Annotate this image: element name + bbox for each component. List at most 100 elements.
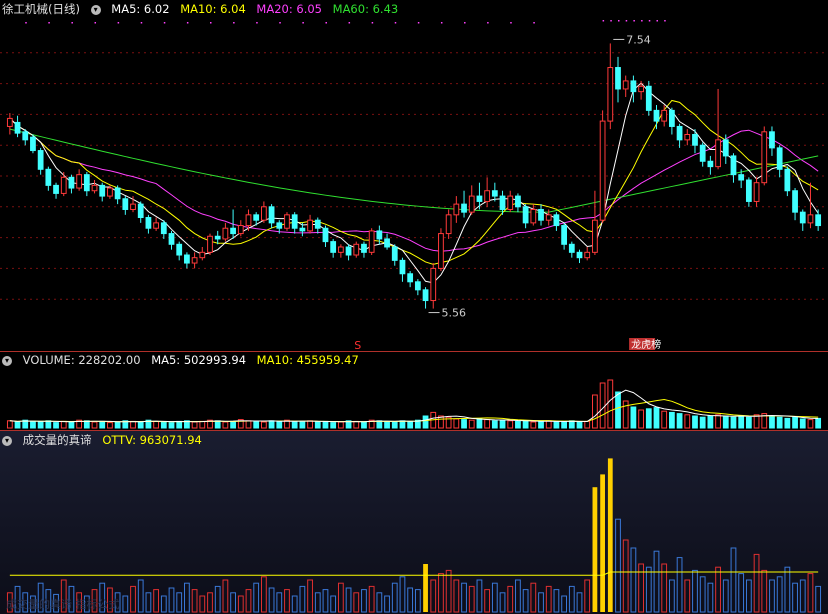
signal-dot xyxy=(633,20,635,22)
volume-bar xyxy=(230,420,236,429)
volume-bar xyxy=(253,420,260,429)
signal-dot xyxy=(48,22,50,24)
indicator-bar xyxy=(222,579,229,613)
indicator-bar xyxy=(468,585,475,613)
ottv-label: OTTV: 963071.94 xyxy=(102,433,202,447)
candle-body xyxy=(407,273,414,283)
signal-dot xyxy=(440,22,443,24)
candle-body xyxy=(607,67,614,122)
volume-bar xyxy=(592,394,598,429)
candle-body xyxy=(376,230,383,240)
signal-dot xyxy=(71,22,73,24)
marker-lhb: 龙虎榜 xyxy=(631,338,661,351)
candle-body xyxy=(592,219,598,253)
candle-body xyxy=(30,136,36,152)
volume-bar xyxy=(314,421,321,429)
high-price-label: 7.54 xyxy=(626,33,651,46)
candle-body xyxy=(122,198,129,210)
candle-body xyxy=(253,214,260,221)
volume-bar xyxy=(30,420,36,429)
candle-body xyxy=(484,190,491,202)
price-panel: 7.54 5.56 S 龙虎榜 徐工机械(日线) ▾ MA5: 6.02 MA10: … xyxy=(0,0,828,351)
volume-header: ▾ VOLUME: 228202.00 MA5: 502993.94 MA10:… xyxy=(2,353,366,367)
indicator-bar xyxy=(538,592,544,613)
candle-body xyxy=(776,147,783,170)
volume-bar xyxy=(160,421,167,429)
candle-body xyxy=(553,214,560,227)
indicator-bar xyxy=(299,585,306,613)
signal-dot xyxy=(186,22,189,24)
indicator-bar xyxy=(784,566,791,613)
volume-bar xyxy=(561,420,567,429)
volume-bar xyxy=(776,416,783,429)
candle-body xyxy=(638,85,644,93)
volume-bar xyxy=(661,410,668,429)
candle-body xyxy=(184,254,190,264)
indicator-bar xyxy=(291,595,298,613)
candle-body xyxy=(507,195,514,210)
volume-bar xyxy=(669,411,675,429)
indicator-bar xyxy=(491,582,498,613)
candle-body xyxy=(37,150,44,170)
candle-body xyxy=(792,190,798,213)
indicator-bar xyxy=(661,563,668,613)
indicator-bar xyxy=(284,589,290,613)
volume-bar xyxy=(491,420,498,429)
indicator-bar xyxy=(191,589,198,613)
candle-body xyxy=(707,160,714,168)
candle-body xyxy=(445,214,452,235)
indicator-bar xyxy=(345,587,352,613)
indicator-bar xyxy=(584,579,591,613)
indicator-bar xyxy=(507,585,514,613)
indicator-bar xyxy=(553,589,560,613)
volume-settings-icon[interactable]: ▾ xyxy=(2,355,12,366)
stock-name: 徐工机械(日线) xyxy=(2,2,80,16)
candle-body xyxy=(284,214,290,229)
indicator-bar xyxy=(484,589,491,613)
settings-circle-icon[interactable]: ▾ xyxy=(90,4,101,15)
indicator-bar xyxy=(261,576,267,613)
candle-body xyxy=(538,208,544,221)
volume-bar xyxy=(792,416,798,429)
indicator-bar xyxy=(630,547,637,613)
indicator-bar xyxy=(253,582,260,613)
indicator-bar xyxy=(638,563,644,613)
candle-body xyxy=(337,246,344,253)
volume-bar xyxy=(168,422,175,429)
candle-body xyxy=(622,80,629,90)
volume-bar xyxy=(299,420,306,429)
indicator-bar xyxy=(684,579,691,613)
indicator-bar xyxy=(792,582,798,613)
indicator-bar xyxy=(430,579,437,613)
candle-body xyxy=(391,246,398,261)
signal-dot xyxy=(602,20,605,22)
volume-bar xyxy=(484,419,491,429)
volume-bar xyxy=(538,420,544,429)
volume-bar xyxy=(60,420,67,429)
candle-body xyxy=(68,176,75,189)
volume-bar xyxy=(53,422,59,429)
volume-label: VOLUME: 228202.00 xyxy=(22,353,141,367)
candle-body xyxy=(322,227,329,243)
watermark: 成交量的真谛 指标公式 xyxy=(6,598,120,611)
volume-bar xyxy=(653,407,660,429)
volume-bar xyxy=(245,420,252,429)
candle-body xyxy=(91,184,98,192)
signal-dot xyxy=(94,22,97,24)
candle-body xyxy=(207,235,213,253)
indicator-bar xyxy=(438,573,444,613)
indicator-bar xyxy=(145,592,152,613)
volume-panel: ▾ VOLUME: 228202.00 MA5: 502993.94 MA10:… xyxy=(0,352,828,430)
indicator-bar xyxy=(645,566,652,613)
gold-bar xyxy=(592,487,598,612)
signal-dot xyxy=(656,20,658,22)
signal-dot xyxy=(618,20,620,22)
candle-body xyxy=(684,133,691,141)
signal-dot xyxy=(641,20,643,22)
indicator-settings-icon[interactable]: ▾ xyxy=(2,435,12,446)
ma5-line xyxy=(9,82,819,284)
signal-dot xyxy=(256,22,258,24)
volume-bar xyxy=(607,379,614,429)
volume-bar xyxy=(507,420,514,429)
indicator-bar xyxy=(330,595,337,613)
